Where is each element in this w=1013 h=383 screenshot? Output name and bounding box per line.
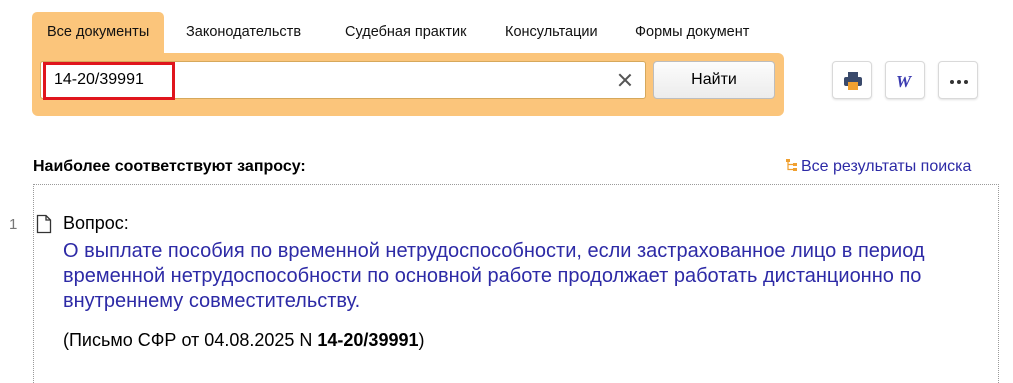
search-panel: Все документы Законодательств Судебная п… bbox=[32, 12, 784, 116]
result-type-label: Вопрос: bbox=[63, 213, 129, 233]
find-button[interactable]: Найти bbox=[653, 61, 775, 99]
tab-legislation[interactable]: Законодательств bbox=[186, 12, 301, 53]
print-icon bbox=[844, 72, 862, 90]
more-button[interactable] bbox=[938, 61, 978, 99]
clear-icon[interactable] bbox=[615, 70, 635, 90]
results-heading: Наиболее соответствуют запросу: bbox=[33, 158, 306, 175]
source-suffix: ) bbox=[418, 330, 425, 350]
tab-consultations[interactable]: Консультации bbox=[505, 12, 598, 53]
tab-bar: Все документы Законодательств Судебная п… bbox=[32, 12, 784, 53]
result-index: 1 bbox=[9, 216, 18, 233]
print-button[interactable] bbox=[832, 61, 872, 99]
search-input[interactable]: 14-20/39991 bbox=[40, 61, 646, 100]
tab-all-documents[interactable]: Все документы bbox=[32, 12, 165, 53]
source-number: 14-20/39991 bbox=[317, 330, 419, 350]
word-icon: W bbox=[896, 72, 913, 91]
all-results-label[interactable]: Все результаты поиска bbox=[801, 158, 971, 175]
svg-text:W: W bbox=[896, 72, 913, 91]
tab-court-practice[interactable]: Судебная практик bbox=[345, 12, 466, 53]
more-icon bbox=[950, 80, 968, 84]
all-results-link[interactable]: Все результаты поиска bbox=[785, 158, 971, 176]
document-icon bbox=[36, 214, 52, 234]
search-box: 14-20/39991 Найти bbox=[32, 53, 784, 116]
result-title-link[interactable]: О выплате пособия по временной нетрудосп… bbox=[63, 239, 933, 314]
word-export-button[interactable]: W bbox=[885, 61, 925, 99]
tab-document-forms[interactable]: Формы документ bbox=[635, 12, 749, 53]
query-highlight-frame bbox=[43, 62, 175, 100]
tree-icon bbox=[786, 159, 797, 171]
result-source: (Письмо СФР от 04.08.2025 N 14-20/39991) bbox=[63, 330, 424, 351]
source-prefix: (Письмо СФР от 04.08.2025 N bbox=[63, 330, 318, 350]
